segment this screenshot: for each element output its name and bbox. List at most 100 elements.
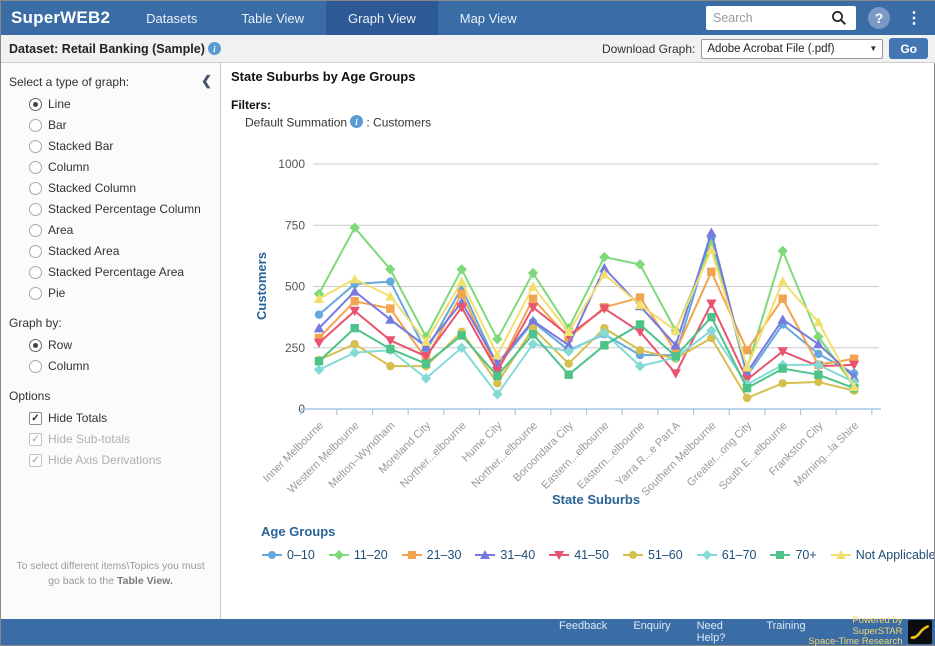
radio-icon[interactable]	[29, 98, 42, 111]
data-point[interactable]	[599, 251, 609, 261]
data-point[interactable]	[671, 369, 681, 378]
footer-link-enquiry[interactable]: Enquiry	[633, 620, 670, 644]
go-button[interactable]: Go	[889, 38, 928, 59]
data-point[interactable]	[635, 259, 645, 269]
download-format-select[interactable]: Adobe Acrobat File (.pdf) ▼	[701, 39, 883, 59]
data-point[interactable]	[743, 383, 751, 391]
radio-icon[interactable]	[29, 203, 42, 216]
data-point[interactable]	[349, 273, 359, 282]
data-point[interactable]	[814, 370, 822, 378]
kebab-menu-icon[interactable]: ⋮	[902, 8, 926, 28]
data-point[interactable]	[814, 349, 822, 357]
data-point[interactable]	[386, 304, 394, 312]
data-point[interactable]	[779, 379, 787, 387]
data-point[interactable]	[778, 245, 788, 255]
search-box[interactable]	[706, 6, 856, 30]
legend-item-51-60[interactable]: 51–60	[622, 548, 683, 562]
footer-link-feedback[interactable]: Feedback	[559, 620, 607, 644]
series-line[interactable]	[319, 330, 854, 394]
tab-datasets[interactable]: Datasets	[124, 1, 219, 35]
data-point[interactable]	[314, 338, 324, 347]
legend-item-61-70[interactable]: 61–70	[696, 548, 757, 562]
data-point[interactable]	[334, 550, 344, 560]
data-point[interactable]	[702, 550, 712, 560]
data-point[interactable]	[529, 330, 537, 338]
superstar-logo[interactable]	[908, 620, 933, 644]
radio-icon[interactable]	[29, 339, 42, 352]
data-point[interactable]	[636, 346, 644, 354]
collapse-sidebar-icon[interactable]: ❮	[201, 73, 212, 89]
graph-type-column[interactable]: Column	[29, 160, 212, 174]
data-point[interactable]	[672, 352, 680, 360]
data-point[interactable]	[457, 289, 465, 297]
data-point[interactable]	[564, 359, 572, 367]
option-hide-totals[interactable]: ✓Hide Totals	[29, 411, 212, 425]
graph-by-column[interactable]: Column	[29, 359, 212, 373]
data-point[interactable]	[350, 297, 358, 305]
legend-item-41-50[interactable]: 41–50	[548, 548, 609, 562]
radio-icon[interactable]	[29, 119, 42, 132]
search-icon[interactable]	[831, 10, 847, 26]
graph-type-stacked-column[interactable]: Stacked Column	[29, 181, 212, 195]
data-point[interactable]	[629, 551, 637, 559]
data-point[interactable]	[528, 267, 538, 277]
data-point[interactable]	[408, 551, 416, 559]
tab-map-view[interactable]: Map View	[438, 1, 539, 35]
data-point[interactable]	[314, 364, 324, 374]
radio-icon[interactable]	[29, 140, 42, 153]
radio-icon[interactable]	[29, 182, 42, 195]
legend-item-31-40[interactable]: 31–40	[474, 548, 535, 562]
legend-item-21-30[interactable]: 21–30	[401, 548, 462, 562]
data-point[interactable]	[385, 336, 395, 345]
graph-type-stacked-percentage-area[interactable]: Stacked Percentage Area	[29, 265, 212, 279]
data-point[interactable]	[385, 291, 395, 300]
data-point[interactable]	[636, 320, 644, 328]
data-point[interactable]	[493, 371, 501, 379]
data-point[interactable]	[814, 377, 822, 385]
data-point[interactable]	[315, 310, 323, 318]
data-point[interactable]	[779, 294, 787, 302]
series-line[interactable]	[319, 317, 854, 388]
legend-item-0-10[interactable]: 0–10	[261, 548, 315, 562]
tab-graph-view[interactable]: Graph View	[326, 1, 438, 35]
data-point[interactable]	[349, 347, 359, 357]
dataset-info-icon[interactable]: i	[208, 42, 221, 55]
data-point[interactable]	[268, 551, 276, 559]
graph-type-pie[interactable]: Pie	[29, 286, 212, 300]
search-input[interactable]	[713, 11, 831, 25]
table-view-link[interactable]: Table View.	[117, 575, 173, 587]
radio-icon[interactable]	[29, 360, 42, 373]
graph-by-row[interactable]: Row	[29, 338, 212, 352]
footer-link-need-help[interactable]: Need Help?	[697, 620, 741, 644]
legend-item-70+[interactable]: 70+	[769, 548, 816, 562]
tab-table-view[interactable]: Table View	[219, 1, 326, 35]
data-point[interactable]	[492, 333, 502, 343]
data-point[interactable]	[386, 277, 394, 285]
data-point[interactable]	[456, 264, 466, 274]
graph-type-stacked-bar[interactable]: Stacked Bar	[29, 139, 212, 153]
data-point[interactable]	[493, 379, 501, 387]
data-point[interactable]	[350, 323, 358, 331]
data-point[interactable]	[350, 339, 358, 347]
graph-type-area[interactable]: Area	[29, 223, 212, 237]
data-point[interactable]	[707, 267, 715, 275]
legend-item-not-applicable[interactable]: Not Applicable	[830, 548, 934, 562]
radio-icon[interactable]	[29, 287, 42, 300]
legend-item-11-20[interactable]: 11–20	[328, 548, 388, 562]
radio-icon[interactable]	[29, 224, 42, 237]
graph-type-line[interactable]: Line	[29, 97, 212, 111]
radio-icon[interactable]	[29, 161, 42, 174]
checkbox-icon[interactable]: ✓	[29, 412, 42, 425]
data-point[interactable]	[529, 294, 537, 302]
data-point[interactable]	[564, 370, 572, 378]
filter-info-icon[interactable]: i	[350, 115, 363, 128]
data-point[interactable]	[778, 314, 788, 323]
radio-icon[interactable]	[29, 245, 42, 258]
data-point[interactable]	[492, 349, 502, 358]
help-icon[interactable]: ?	[868, 7, 890, 29]
data-point[interactable]	[386, 344, 394, 352]
graph-type-bar[interactable]: Bar	[29, 118, 212, 132]
data-point[interactable]	[706, 227, 716, 236]
data-point[interactable]	[743, 393, 751, 401]
data-point[interactable]	[706, 299, 716, 308]
